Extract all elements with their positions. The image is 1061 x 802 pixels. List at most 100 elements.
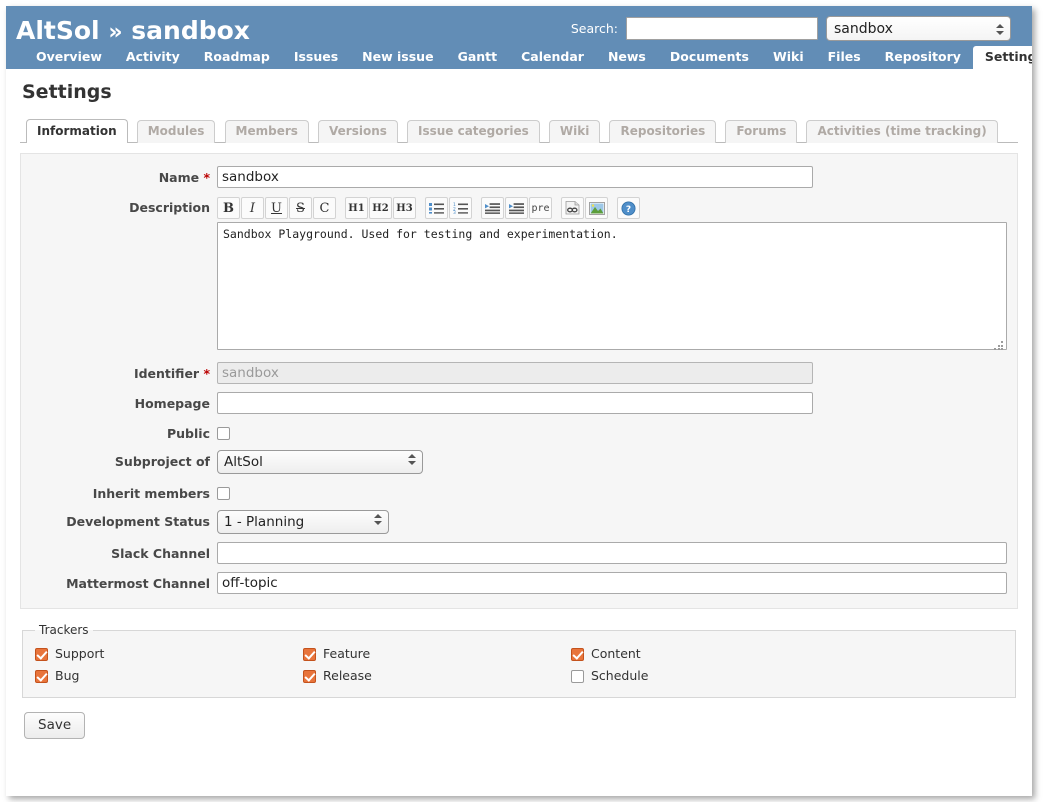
- menu-item-roadmap[interactable]: Roadmap: [192, 46, 282, 69]
- description-textarea-wrap: Sandbox Playground. Used for testing and…: [217, 222, 1007, 354]
- tracker-release-checkbox[interactable]: [303, 669, 316, 683]
- homepage-label: Homepage: [134, 396, 210, 411]
- tracker-content-label: Content: [591, 646, 641, 661]
- project-selector-value: sandbox: [834, 21, 893, 37]
- tab-repositories[interactable]: Repositories: [609, 120, 717, 143]
- slack-channel-label: Slack Channel: [111, 546, 210, 561]
- menu-item-repository[interactable]: Repository: [873, 46, 973, 69]
- tracker-bug[interactable]: Bug: [35, 667, 303, 685]
- identifier-input: [217, 362, 813, 384]
- search-input[interactable]: [626, 17, 818, 40]
- tracker-support-label: Support: [55, 646, 105, 661]
- unquote-icon[interactable]: [505, 197, 528, 219]
- tracker-support[interactable]: Support: [35, 645, 303, 663]
- heading-2-icon[interactable]: H2: [369, 197, 392, 219]
- tracker-bug-checkbox[interactable]: [35, 669, 48, 683]
- development-status-select[interactable]: 1 - Planning: [217, 510, 389, 534]
- tab-members[interactable]: Members: [224, 120, 309, 143]
- identifier-label: Identifier *: [31, 362, 217, 382]
- field-row-mattermost-channel: Mattermost Channel: [31, 572, 1007, 594]
- description-textarea[interactable]: Sandbox Playground. Used for testing and…: [217, 222, 1007, 350]
- link-icon[interactable]: [561, 197, 584, 219]
- strikethrough-icon[interactable]: S: [289, 197, 312, 219]
- required-marker: *: [203, 170, 210, 185]
- field-row-identifier: Identifier *: [31, 362, 1007, 384]
- tab-wiki[interactable]: Wiki: [548, 120, 601, 143]
- menu-item-files[interactable]: Files: [816, 46, 873, 69]
- tab-versions[interactable]: Versions: [318, 120, 398, 143]
- form-actions: Save: [20, 712, 1018, 739]
- bold-icon[interactable]: B: [217, 197, 240, 219]
- tab-information[interactable]: Information: [26, 119, 128, 143]
- menu-item-calendar[interactable]: Calendar: [509, 46, 596, 69]
- tracker-release-label: Release: [323, 668, 372, 683]
- underline-icon[interactable]: U: [265, 197, 288, 219]
- menu-item-news[interactable]: News: [596, 46, 658, 69]
- breadcrumb-current: sandbox: [131, 16, 250, 45]
- settings-tabs: Information Modules Members Versions Iss…: [20, 119, 1018, 143]
- description-label: Description: [129, 200, 210, 215]
- help-icon[interactable]: ?: [617, 197, 640, 219]
- menu-item-issues[interactable]: Issues: [282, 46, 350, 69]
- tracker-content-checkbox[interactable]: [571, 647, 584, 661]
- field-row-name: Name *: [31, 166, 1007, 188]
- heading-3-icon[interactable]: H3: [393, 197, 416, 219]
- code-icon[interactable]: C: [313, 197, 336, 219]
- homepage-input[interactable]: [217, 392, 813, 414]
- tab-issue-categories[interactable]: Issue categories: [406, 120, 540, 143]
- menu-item-overview[interactable]: Overview: [24, 46, 114, 69]
- top-banner: AltSol » sandbox Search: sandbox Overvie…: [6, 6, 1032, 69]
- chevron-updown-icon: [408, 454, 416, 465]
- preformatted-icon[interactable]: pre: [529, 197, 552, 219]
- tab-forums[interactable]: Forums: [725, 120, 798, 143]
- mattermost-channel-input[interactable]: [217, 572, 1007, 594]
- chevron-updown-icon: [374, 514, 382, 525]
- italic-icon[interactable]: I: [241, 197, 264, 219]
- inherit-members-checkbox[interactable]: [217, 487, 230, 500]
- field-row-description: Description B I U S C H1 H2 H3 1 2 3 pre…: [31, 196, 1007, 354]
- application-window: AltSol » sandbox Search: sandbox Overvie…: [6, 6, 1032, 796]
- save-button[interactable]: Save: [24, 712, 86, 739]
- public-checkbox[interactable]: [217, 427, 230, 440]
- tracker-bug-label: Bug: [55, 668, 80, 683]
- field-row-slack-channel: Slack Channel: [31, 542, 1007, 564]
- trackers-legend: Trackers: [39, 623, 89, 637]
- tracker-feature-checkbox[interactable]: [303, 647, 316, 661]
- menu-item-new-issue[interactable]: New issue: [350, 46, 445, 69]
- name-label-text: Name: [158, 170, 200, 185]
- menu-item-documents[interactable]: Documents: [658, 46, 761, 69]
- quote-icon[interactable]: [481, 197, 504, 219]
- field-row-subproject: Subproject of AltSol: [31, 450, 1007, 474]
- slack-channel-input[interactable]: [217, 542, 1007, 564]
- tracker-support-checkbox[interactable]: [35, 647, 48, 661]
- required-marker: *: [203, 366, 210, 381]
- tracker-schedule[interactable]: Schedule: [571, 667, 839, 685]
- development-status-value: 1 - Planning: [224, 514, 305, 530]
- name-input[interactable]: [217, 166, 813, 188]
- heading-1-icon[interactable]: H1: [345, 197, 368, 219]
- menu-item-wiki[interactable]: Wiki: [761, 46, 816, 69]
- tab-activities[interactable]: Activities (time tracking): [806, 120, 998, 143]
- tab-modules[interactable]: Modules: [136, 120, 216, 143]
- tracker-schedule-label: Schedule: [591, 668, 649, 683]
- breadcrumb-root[interactable]: AltSol: [16, 16, 100, 45]
- tracker-schedule-checkbox[interactable]: [571, 669, 584, 683]
- field-row-development-status: Development Status 1 - Planning: [31, 510, 1007, 534]
- search-area: Search: sandbox: [571, 16, 1011, 41]
- ordered-list-icon[interactable]: 1 2 3: [449, 197, 472, 219]
- subproject-select-value: AltSol: [224, 454, 263, 470]
- project-breadcrumb: AltSol » sandbox: [16, 16, 250, 45]
- subproject-label: Subproject of: [114, 454, 210, 469]
- tracker-release[interactable]: Release: [303, 667, 571, 685]
- page-title: Settings: [22, 81, 112, 103]
- subproject-select[interactable]: AltSol: [217, 450, 423, 474]
- project-selector[interactable]: sandbox: [826, 16, 1011, 41]
- image-icon[interactable]: [585, 197, 608, 219]
- tracker-content[interactable]: Content: [571, 645, 839, 663]
- tracker-feature[interactable]: Feature: [303, 645, 571, 663]
- chevron-updown-icon: [995, 20, 1004, 39]
- menu-item-activity[interactable]: Activity: [114, 46, 192, 69]
- menu-item-settings[interactable]: Settings: [972, 46, 1032, 69]
- unordered-list-icon[interactable]: [425, 197, 448, 219]
- menu-item-gantt[interactable]: Gantt: [446, 46, 510, 69]
